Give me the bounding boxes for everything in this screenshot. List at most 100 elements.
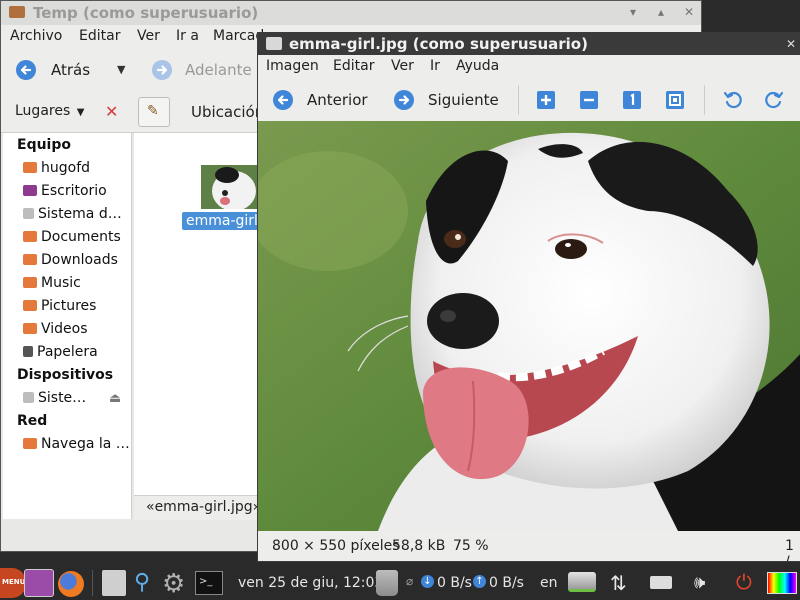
file-cabinet-icon[interactable] bbox=[102, 570, 126, 596]
rotate-left-icon[interactable] bbox=[723, 90, 743, 110]
places-label: Lugares bbox=[15, 103, 71, 119]
folder-icon bbox=[9, 6, 25, 18]
sidebar-heading-equipo: Equipo bbox=[17, 137, 71, 153]
dog-photo bbox=[258, 121, 800, 531]
places-dropdown[interactable]: Lugares ▼ bbox=[15, 103, 90, 123]
sidebar-item-label: Navega la … bbox=[41, 436, 130, 452]
sidebar-item-label: Downloads bbox=[41, 252, 118, 268]
terminal-icon[interactable]: >_ bbox=[195, 571, 223, 595]
clock[interactable]: ven 25 de giu, 12:03 bbox=[238, 575, 383, 591]
sidebar-item-escritorio[interactable]: Escritorio bbox=[23, 183, 131, 203]
download-arrow-icon: ↓ bbox=[421, 575, 434, 588]
desktop-folder-icon bbox=[23, 185, 37, 196]
network-folder-icon bbox=[23, 438, 37, 449]
eject-icon[interactable]: ⏏ bbox=[109, 391, 121, 406]
image-position: 1 / bbox=[785, 538, 794, 562]
network-transfer-icon[interactable]: ⇅ bbox=[610, 571, 627, 595]
file-name-label[interactable]: emma-girl. bbox=[182, 212, 267, 230]
location-label: Ubicación bbox=[191, 103, 265, 121]
taskbar-separator bbox=[92, 570, 93, 596]
back-button[interactable]: Atrás bbox=[13, 58, 113, 82]
edit-location-button[interactable]: ✎ bbox=[138, 97, 170, 127]
trash-icon bbox=[23, 346, 33, 357]
drive-icon bbox=[23, 208, 34, 219]
download-speed: 0 B/s bbox=[437, 575, 472, 591]
upload-arrow-icon: ↑ bbox=[473, 575, 486, 588]
zoom-normal-icon[interactable] bbox=[622, 90, 642, 110]
color-picker-icon[interactable] bbox=[767, 572, 797, 594]
file-manager-title: Temp (como superusuario) bbox=[33, 4, 259, 22]
pencil-icon: ✎ bbox=[147, 103, 159, 119]
menu-imagen[interactable]: Imagen bbox=[266, 58, 319, 74]
keyboard-language[interactable]: en bbox=[540, 575, 558, 591]
menu-ver[interactable]: Ver bbox=[391, 58, 414, 74]
sidebar-item-label: hugofd bbox=[41, 160, 91, 176]
menu-ir[interactable]: Ir bbox=[430, 58, 440, 74]
app-launcher-icon[interactable] bbox=[24, 569, 54, 597]
next-button[interactable]: Siguiente bbox=[393, 88, 503, 112]
zoom-out-icon[interactable] bbox=[579, 90, 599, 110]
desktop: Temp (como superusuario) ▾ ▴ ✕ Archivo E… bbox=[0, 0, 800, 600]
menu-ayuda[interactable]: Ayuda bbox=[456, 58, 499, 74]
maximize-icon[interactable]: ▴ bbox=[653, 4, 669, 20]
search-icon[interactable]: ⚲ bbox=[134, 570, 150, 595]
taskbar: MENU ⚲ ⚙ >_ ven 25 de giu, 12:03 ⌀ ↓ 0 B… bbox=[0, 566, 800, 600]
menu-ir-a[interactable]: Ir a bbox=[176, 28, 199, 44]
menu-editar[interactable]: Editar bbox=[79, 28, 120, 44]
sidebar-item-videos[interactable]: Videos bbox=[23, 321, 131, 341]
trash-icon[interactable] bbox=[376, 570, 398, 596]
upload-speed: 0 B/s bbox=[489, 575, 524, 591]
selection-status: «emma-girl.jpg» bbox=[146, 499, 262, 515]
sidebar-item-label: Music bbox=[41, 275, 81, 291]
zoom-fit-icon[interactable] bbox=[665, 90, 685, 110]
sidebar-item-sistema[interactable]: Sistema d… bbox=[23, 206, 131, 226]
rotate-right-icon[interactable] bbox=[764, 90, 784, 110]
zoom-level: 75 % bbox=[453, 538, 489, 554]
file-thumbnail[interactable] bbox=[201, 165, 259, 209]
zoom-in-icon[interactable] bbox=[536, 90, 556, 110]
close-sidebar-icon[interactable]: ✕ bbox=[105, 102, 118, 121]
sidebar-item-hugofd[interactable]: hugofd bbox=[23, 160, 131, 180]
chevron-down-icon: ▼ bbox=[76, 107, 85, 118]
battery-icon[interactable] bbox=[650, 576, 672, 589]
menu-button[interactable]: MENU bbox=[0, 568, 26, 598]
folder-icon bbox=[23, 254, 37, 265]
menu-editar[interactable]: Editar bbox=[333, 58, 374, 74]
forward-button[interactable]: Adelante bbox=[149, 58, 259, 82]
home-folder-icon bbox=[23, 162, 37, 173]
network-icon: ⌀ bbox=[406, 574, 414, 588]
image-viewer-statusbar: 800 × 550 píxeles 58,8 kB 75 % 1 / bbox=[258, 531, 800, 562]
sidebar-item-sistema-device[interactable]: Siste… bbox=[23, 390, 107, 410]
sidebar-item-music[interactable]: Music bbox=[23, 275, 131, 295]
settings-gear-icon[interactable]: ⚙ bbox=[162, 569, 185, 599]
sidebar-heading-red: Red bbox=[17, 413, 48, 429]
menu-archivo[interactable]: Archivo bbox=[10, 28, 62, 44]
toolbar-separator bbox=[518, 85, 519, 115]
image-viewer-menubar: Imagen Editar Ver Ir Ayuda bbox=[258, 55, 800, 79]
toolbar-separator bbox=[704, 85, 705, 115]
file-manager-titlebar[interactable]: Temp (como superusuario) ▾ ▴ ✕ bbox=[1, 1, 701, 26]
previous-button[interactable]: Anterior bbox=[272, 88, 382, 112]
arrow-left-icon bbox=[273, 90, 293, 110]
volume-icon[interactable]: 🕪 bbox=[694, 572, 705, 593]
sidebar-item-downloads[interactable]: Downloads bbox=[23, 252, 131, 272]
back-history-dropdown-icon[interactable]: ▼ bbox=[117, 63, 125, 76]
removable-drive-icon[interactable] bbox=[568, 572, 596, 592]
sidebar-item-pictures[interactable]: Pictures bbox=[23, 298, 131, 318]
image-canvas[interactable] bbox=[258, 121, 800, 531]
minimize-icon[interactable]: ▾ bbox=[625, 4, 641, 20]
sidebar-item-documents[interactable]: Documents bbox=[23, 229, 131, 249]
sidebar-item-network[interactable]: Navega la … bbox=[23, 436, 131, 456]
menu-ver[interactable]: Ver bbox=[137, 28, 160, 44]
sidebar-item-label: Videos bbox=[41, 321, 88, 337]
sidebar-item-label: Escritorio bbox=[41, 183, 107, 199]
folder-icon bbox=[23, 300, 37, 311]
close-icon[interactable]: ✕ bbox=[783, 36, 799, 52]
firefox-icon[interactable] bbox=[58, 571, 84, 597]
close-icon[interactable]: ✕ bbox=[681, 4, 697, 20]
image-viewer-app-icon bbox=[266, 37, 282, 50]
image-viewer-titlebar[interactable]: emma-girl.jpg (como superusuario) ✕ bbox=[258, 33, 800, 55]
image-viewer-window: emma-girl.jpg (como superusuario) ✕ Imag… bbox=[257, 32, 800, 562]
sidebar-item-papelera[interactable]: Papelera bbox=[23, 344, 131, 364]
power-icon[interactable]: ⏻ bbox=[736, 570, 752, 594]
